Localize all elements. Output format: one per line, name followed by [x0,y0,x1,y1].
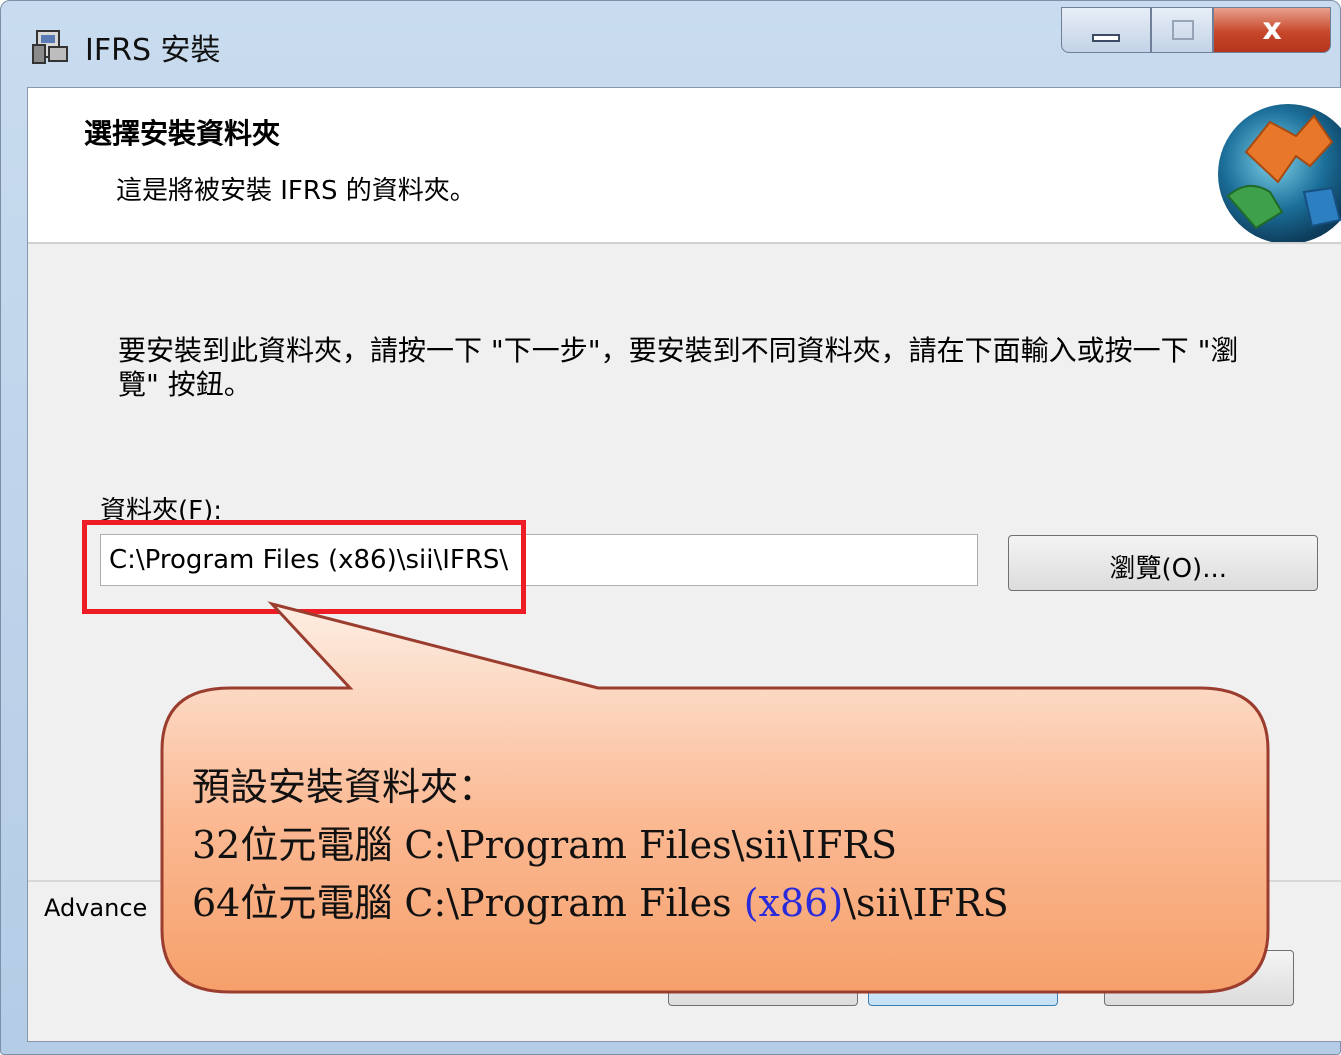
callout-line-32bit: 32位元電腦 C:\Program Files\sii\IFRS [192,823,898,867]
callout-line-64bit: 64位元電腦 C:\Program Files (x86)\sii\IFRS [192,874,1009,932]
callout-text: 預設安裝資料夾： 32位元電腦 C:\Program Files\sii\IFR… [192,758,1009,932]
callout-x86-highlight: (x86) [743,881,844,925]
callout-line-title: 預設安裝資料夾： [192,765,497,809]
callout-64bit-suffix: \sii\IFRS [843,881,1009,925]
callout-64bit-prefix: 64位元電腦 C:\Program Files [192,881,744,925]
